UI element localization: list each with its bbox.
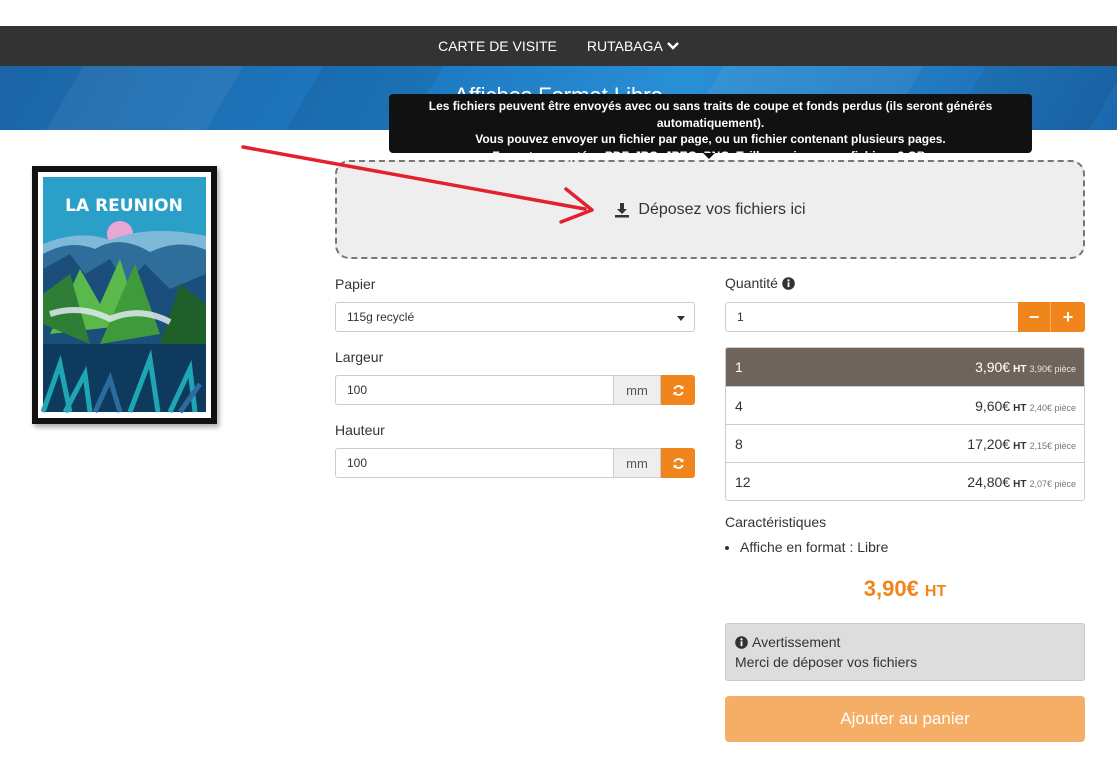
width-label: Largeur (335, 349, 384, 365)
price-row-unit-price: 2,07€ pièce (1029, 478, 1076, 489)
alert-header: Avertissement (735, 632, 1075, 652)
feature-item: Affiche en format : Libre (740, 539, 888, 555)
price-row[interactable]: 8 17,20€ HT 2,15€ pièce (726, 424, 1084, 462)
refresh-icon (672, 457, 684, 469)
alert-title: Avertissement (752, 634, 841, 650)
price-row[interactable]: 1 3,90€ HT 3,90€ pièce (726, 348, 1084, 386)
price-row-price-group: 17,20€ HT 2,15€ pièce (967, 436, 1076, 452)
quantity-input[interactable]: 1 (725, 302, 1019, 332)
price-row-unit-price: 2,40€ pièce (1029, 402, 1076, 413)
width-input[interactable]: 100 (335, 375, 614, 405)
width-refresh-button[interactable] (661, 375, 695, 405)
add-to-cart-button[interactable]: Ajouter au panier (725, 696, 1085, 742)
info-icon[interactable] (782, 276, 795, 290)
price-row-price: 9,60€ (975, 397, 1011, 414)
product-preview-image: LA REUNION (32, 166, 217, 424)
quantity-label-row: Quantité (725, 275, 795, 291)
price-row-price: 3,90€ (975, 359, 1011, 375)
price-row-qty: 8 (735, 435, 743, 452)
height-input-group: 100 mm (335, 448, 695, 478)
poster-illustration: LA REUNION (40, 174, 209, 416)
price-row-qty: 4 (735, 397, 743, 414)
file-dropzone[interactable]: Déposez vos fichiers ici (335, 160, 1085, 259)
nav-item-label: CARTE DE VISITE (438, 38, 557, 54)
price-row-ht: HT (1013, 364, 1027, 375)
height-input[interactable]: 100 (335, 448, 614, 478)
price-row-unit-price: 2,15€ pièce (1029, 440, 1076, 451)
price-row-price-group: 9,60€ HT 2,40€ pièce (975, 398, 1076, 414)
features-list: Affiche en format : Libre (725, 539, 888, 555)
nav-item-label: RUTABAGA (586, 38, 663, 54)
price-row-price: 24,80€ (967, 473, 1011, 490)
tooltip-line: Formats acceptés : PDF, JPG, JPEG, PNG. … (492, 148, 929, 163)
alert-message: Merci de déposer vos fichiers (735, 654, 918, 670)
price-row[interactable]: 4 9,60€ HT 2,40€ pièce (726, 386, 1084, 424)
height-refresh-button[interactable] (661, 448, 695, 478)
poster-title-text: LA REUNION (65, 196, 183, 216)
chevron-down-icon (667, 42, 679, 50)
price-row-unit-price: 3,90€ pièce (1029, 364, 1076, 374)
height-unit: mm (614, 448, 661, 478)
price-row-price-group: 24,80€ HT 2,07€ pièce (967, 474, 1076, 490)
total-price-ht: HT (924, 583, 947, 600)
warning-alert: Avertissement Merci de déposer vos fichi… (725, 623, 1085, 681)
caret-down-icon (677, 316, 685, 321)
download-icon (615, 202, 630, 217)
width-unit: mm (614, 375, 661, 405)
price-row-qty: 1 (735, 359, 743, 375)
quantity-label: Quantité (725, 275, 778, 291)
total-price-value: 3,90€ (863, 576, 919, 601)
tooltip-line: Vous pouvez envoyer un fichier par page,… (475, 132, 946, 146)
price-row-ht: HT (1013, 440, 1027, 452)
width-input-group: 100 mm (335, 375, 695, 405)
refresh-icon (672, 384, 684, 396)
height-label: Hauteur (335, 422, 385, 438)
price-row-price: 17,20€ (967, 435, 1011, 452)
total-price: 3,90€ HT (725, 576, 1085, 602)
info-icon (735, 635, 748, 649)
price-row-ht: HT (1013, 478, 1027, 490)
price-row-ht: HT (1013, 402, 1027, 414)
price-row-qty: 12 (735, 473, 751, 490)
tooltip-line: Les fichiers peuvent être envoyés avec o… (428, 99, 993, 130)
paper-label: Papier (335, 276, 376, 292)
quantity-increase-button[interactable]: + (1051, 302, 1085, 332)
dropzone-label: Déposez vos fichiers ici (638, 200, 806, 218)
nav-item-carte-de-visite[interactable]: CARTE DE VISITE (438, 38, 557, 54)
paper-select-value: 115g recyclé (347, 310, 415, 324)
paper-select[interactable]: 115g recyclé (335, 302, 695, 332)
quantity-decrease-button[interactable]: − (1018, 302, 1051, 332)
nav-item-rutabaga[interactable]: RUTABAGA (587, 38, 679, 54)
file-info-tooltip: Les fichiers peuvent être envoyés avec o… (389, 94, 1032, 163)
price-row-price-group: 3,90€ HT 3,90€ pièce (975, 359, 1076, 375)
top-navbar: CARTE DE VISITE RUTABAGA (0, 26, 1117, 66)
features-title: Caractéristiques (725, 514, 827, 530)
price-table: 1 3,90€ HT 3,90€ pièce 4 9,60€ HT 2,40€ pièce 8 1… (725, 347, 1085, 501)
price-row[interactable]: 12 24,80€ HT 2,07€ pièce (726, 462, 1084, 500)
